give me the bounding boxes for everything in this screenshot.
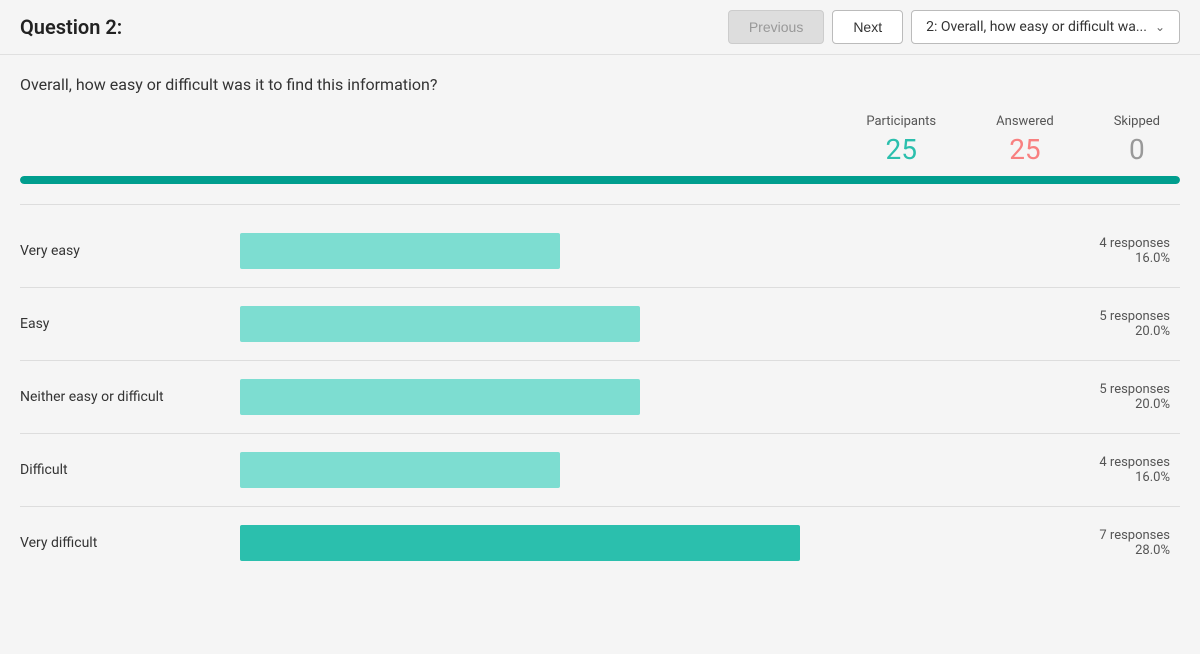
- response-count: 5 responses: [1030, 309, 1170, 324]
- section-divider: [20, 204, 1180, 205]
- prev-button[interactable]: Previous: [728, 10, 824, 44]
- question-dropdown[interactable]: 2: Overall, how easy or difficult wa... …: [911, 10, 1180, 44]
- chart-row: Very easy 4 responses 16.0%: [20, 215, 1180, 288]
- page-header: Question 2: Previous Next 2: Overall, ho…: [0, 0, 1200, 55]
- row-stats: 4 responses 16.0%: [1030, 236, 1180, 266]
- stat-skipped: Skipped 0: [1114, 114, 1160, 166]
- question-text: Overall, how easy or difficult was it to…: [20, 75, 1180, 94]
- bar: [240, 525, 800, 561]
- response-pct: 16.0%: [1030, 470, 1170, 485]
- row-label: Difficult: [20, 462, 240, 478]
- question-title: Question 2:: [20, 15, 716, 39]
- dropdown-text: 2: Overall, how easy or difficult wa...: [926, 19, 1147, 35]
- row-label: Neither easy or difficult: [20, 389, 240, 405]
- chevron-down-icon: ⌄: [1155, 20, 1165, 34]
- row-stats: 5 responses 20.0%: [1030, 309, 1180, 339]
- bar: [240, 233, 560, 269]
- stat-answered: Answered 25: [996, 114, 1054, 166]
- response-pct: 16.0%: [1030, 251, 1170, 266]
- row-label: Very difficult: [20, 535, 240, 551]
- stats-row: Participants 25 Answered 25 Skipped 0: [20, 114, 1180, 166]
- skipped-value: 0: [1114, 133, 1160, 166]
- chart-row: Neither easy or difficult 5 responses 20…: [20, 361, 1180, 434]
- bar-wrapper: [240, 379, 1030, 415]
- bar-wrapper: [240, 452, 1030, 488]
- response-count: 5 responses: [1030, 382, 1170, 397]
- row-label: Very easy: [20, 243, 240, 259]
- header-nav: Previous Next 2: Overall, how easy or di…: [728, 10, 1180, 44]
- participants-label: Participants: [866, 114, 936, 129]
- skipped-label: Skipped: [1114, 114, 1160, 129]
- bar-wrapper: [240, 306, 1030, 342]
- progress-bar-container: [20, 176, 1180, 184]
- chart-row: Easy 5 responses 20.0%: [20, 288, 1180, 361]
- bar-wrapper: [240, 525, 1030, 561]
- row-stats: 7 responses 28.0%: [1030, 528, 1180, 558]
- bar-wrapper: [240, 233, 1030, 269]
- chart-area: Very easy 4 responses 16.0% Easy 5 respo…: [20, 215, 1180, 579]
- response-count: 7 responses: [1030, 528, 1170, 543]
- bar: [240, 379, 640, 415]
- chart-row: Very difficult 7 responses 28.0%: [20, 507, 1180, 579]
- answered-value: 25: [996, 133, 1054, 166]
- participants-value: 25: [866, 133, 936, 166]
- progress-bar-fill: [20, 176, 1180, 184]
- chart-row: Difficult 4 responses 16.0%: [20, 434, 1180, 507]
- bar: [240, 306, 640, 342]
- main-content: Overall, how easy or difficult was it to…: [0, 55, 1200, 599]
- answered-label: Answered: [996, 114, 1054, 129]
- response-pct: 20.0%: [1030, 324, 1170, 339]
- response-pct: 28.0%: [1030, 543, 1170, 558]
- bar: [240, 452, 560, 488]
- next-button[interactable]: Next: [832, 10, 903, 44]
- response-count: 4 responses: [1030, 455, 1170, 470]
- response-count: 4 responses: [1030, 236, 1170, 251]
- response-pct: 20.0%: [1030, 397, 1170, 412]
- row-stats: 4 responses 16.0%: [1030, 455, 1180, 485]
- row-stats: 5 responses 20.0%: [1030, 382, 1180, 412]
- row-label: Easy: [20, 316, 240, 332]
- stat-participants: Participants 25: [866, 114, 936, 166]
